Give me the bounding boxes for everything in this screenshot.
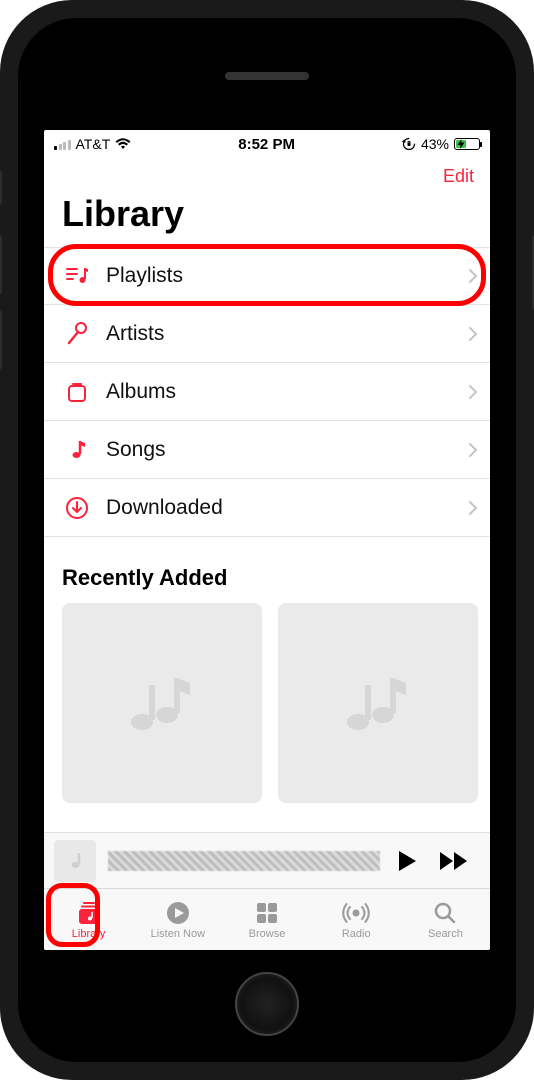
fast-forward-button[interactable] <box>434 846 474 876</box>
category-label: Artists <box>106 322 468 346</box>
play-button[interactable] <box>392 845 422 877</box>
library-tab-icon <box>76 900 102 926</box>
wifi-icon <box>115 138 131 150</box>
category-list: Playlists Artists <box>44 247 490 537</box>
microphone-icon <box>62 322 92 346</box>
mute-switch <box>0 170 2 205</box>
tab-label: Radio <box>342 928 371 940</box>
volume-down-button <box>0 310 2 370</box>
phone-frame: AT&T 8:52 PM 43% <box>0 0 534 1080</box>
now-playing-title-redacted <box>108 851 380 871</box>
recently-added-row[interactable] <box>44 603 490 803</box>
download-icon <box>62 496 92 520</box>
home-button[interactable] <box>235 972 299 1036</box>
play-circle-icon <box>165 900 191 926</box>
volume-up-button <box>0 235 2 295</box>
recently-added-title: Recently Added <box>44 537 490 603</box>
phone-bezel: AT&T 8:52 PM 43% <box>18 18 516 1062</box>
playlist-icon <box>62 265 92 287</box>
category-label: Playlists <box>106 264 468 288</box>
now-playing-artwork <box>54 840 96 882</box>
music-note-icon <box>62 438 92 462</box>
category-row-playlists[interactable]: Playlists <box>44 247 490 305</box>
page-title: Library <box>44 191 490 247</box>
tab-label: Search <box>428 928 463 940</box>
category-row-downloaded[interactable]: Downloaded <box>44 479 490 537</box>
album-tile[interactable] <box>278 603 478 803</box>
radio-icon <box>342 900 370 926</box>
edit-button[interactable]: Edit <box>443 166 474 187</box>
category-row-songs[interactable]: Songs <box>44 421 490 479</box>
category-label: Albums <box>106 380 468 404</box>
tab-radio[interactable]: Radio <box>312 889 401 950</box>
tab-browse[interactable]: Browse <box>222 889 311 950</box>
battery-pct-label: 43% <box>421 136 449 152</box>
screen: AT&T 8:52 PM 43% <box>44 130 490 950</box>
chevron-right-icon <box>468 326 478 342</box>
grid-icon <box>255 900 279 926</box>
tab-label: Browse <box>249 928 286 940</box>
orientation-lock-icon <box>402 137 416 151</box>
tab-library[interactable]: Library <box>44 889 133 950</box>
now-playing-bar[interactable] <box>44 832 490 888</box>
clock-label: 8:52 PM <box>238 136 295 153</box>
category-label: Downloaded <box>106 496 468 520</box>
nav-header: Edit <box>44 158 490 191</box>
carrier-label: AT&T <box>76 136 111 152</box>
chevron-right-icon <box>468 384 478 400</box>
chevron-right-icon <box>468 500 478 516</box>
category-label: Songs <box>106 438 468 462</box>
battery-fill <box>456 140 466 148</box>
signal-icon <box>54 138 71 150</box>
search-icon <box>433 900 457 926</box>
speaker-grille <box>225 72 309 80</box>
tab-label: Library <box>72 928 106 940</box>
album-tile[interactable] <box>62 603 262 803</box>
category-row-artists[interactable]: Artists <box>44 305 490 363</box>
tab-listen-now[interactable]: Listen Now <box>133 889 222 950</box>
tab-bar: Library Listen Now Browse <box>44 888 490 950</box>
battery-icon <box>454 138 480 150</box>
category-row-albums[interactable]: Albums <box>44 363 490 421</box>
tab-search[interactable]: Search <box>401 889 490 950</box>
status-bar: AT&T 8:52 PM 43% <box>44 130 490 158</box>
album-icon <box>62 381 92 403</box>
tab-label: Listen Now <box>151 928 205 940</box>
chevron-right-icon <box>468 268 478 284</box>
chevron-right-icon <box>468 442 478 458</box>
